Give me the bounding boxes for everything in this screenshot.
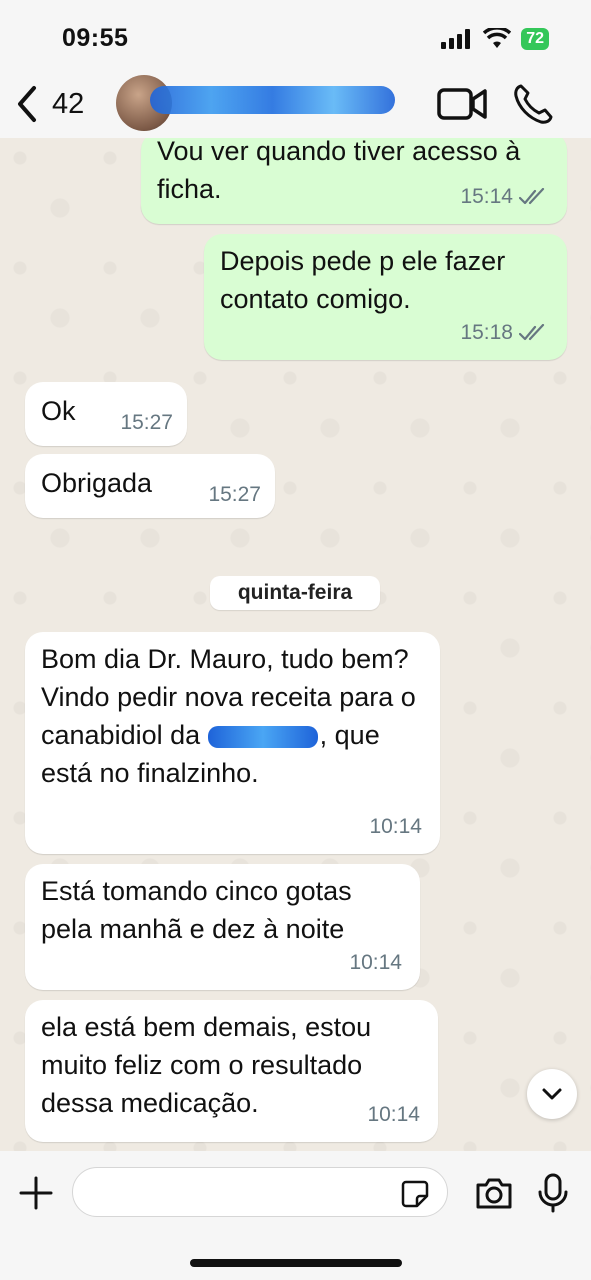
- phone-call-icon[interactable]: [512, 82, 554, 126]
- message-timestamp: 15:27: [208, 483, 261, 506]
- message-incoming[interactable]: Obrigada 15:27: [25, 454, 275, 518]
- sticker-icon[interactable]: [400, 1179, 430, 1209]
- signal-icon: [441, 29, 471, 49]
- back-chevron-icon[interactable]: [12, 82, 42, 126]
- message-timestamp: 15:18: [460, 321, 513, 344]
- scroll-to-bottom-button[interactable]: [527, 1069, 577, 1119]
- unread-count[interactable]: 42: [52, 88, 84, 121]
- message-text: Está tomando cinco gotas pela manhã e de…: [41, 876, 352, 944]
- chevron-down-icon: [542, 1088, 562, 1100]
- message-incoming[interactable]: Bom dia Dr. Mauro, tudo bem? Vindo pedir…: [25, 632, 440, 854]
- message-outgoing[interactable]: Depois pede p ele fazer contato comigo. …: [204, 234, 567, 360]
- date-separator: quinta-feira: [210, 576, 380, 610]
- message-timestamp: 15:14: [460, 185, 513, 208]
- status-bar: 09:55 72: [0, 0, 591, 72]
- message-outgoing[interactable]: Vou ver quando tiver acesso à ficha. 15:…: [141, 138, 567, 224]
- camera-icon[interactable]: [474, 1175, 514, 1211]
- message-composer: [0, 1151, 591, 1280]
- double-check-icon: [519, 324, 545, 341]
- message-input[interactable]: [72, 1167, 448, 1217]
- message-timestamp: 15:27: [120, 411, 173, 434]
- message-text: Ok: [41, 396, 76, 426]
- status-icons: 72: [441, 28, 549, 50]
- message-text: ela está bem demais, estou muito feliz c…: [41, 1012, 372, 1118]
- wifi-icon: [483, 28, 512, 48]
- microphone-icon[interactable]: [536, 1173, 570, 1213]
- message-time: 15:18: [460, 314, 549, 352]
- message-incoming[interactable]: Ok 15:27: [25, 382, 187, 446]
- video-call-icon[interactable]: [436, 84, 488, 124]
- message-text: Depois pede p ele fazer contato comigo.: [220, 246, 506, 314]
- plus-icon[interactable]: [18, 1175, 54, 1211]
- message-incoming[interactable]: Está tomando cinco gotas pela manhã e de…: [25, 864, 420, 990]
- message-timestamp: 10:14: [367, 1103, 420, 1126]
- chat-header: 42: [0, 72, 591, 138]
- chat-area[interactable]: Vou ver quando tiver acesso à ficha. 15:…: [0, 138, 591, 1151]
- battery-indicator: 72: [521, 28, 549, 50]
- double-check-icon: [519, 188, 545, 205]
- status-time: 09:55: [62, 24, 129, 52]
- message-timestamp: 10:14: [349, 951, 402, 974]
- message-incoming[interactable]: ela está bem demais, estou muito feliz c…: [25, 1000, 438, 1142]
- message-text: Obrigada: [41, 468, 153, 498]
- redacted-name: [207, 725, 318, 748]
- redacted-contact-name[interactable]: [150, 86, 395, 114]
- home-indicator: [190, 1259, 402, 1267]
- message-timestamp: 10:14: [369, 815, 422, 838]
- message-time: 15:14: [460, 178, 549, 216]
